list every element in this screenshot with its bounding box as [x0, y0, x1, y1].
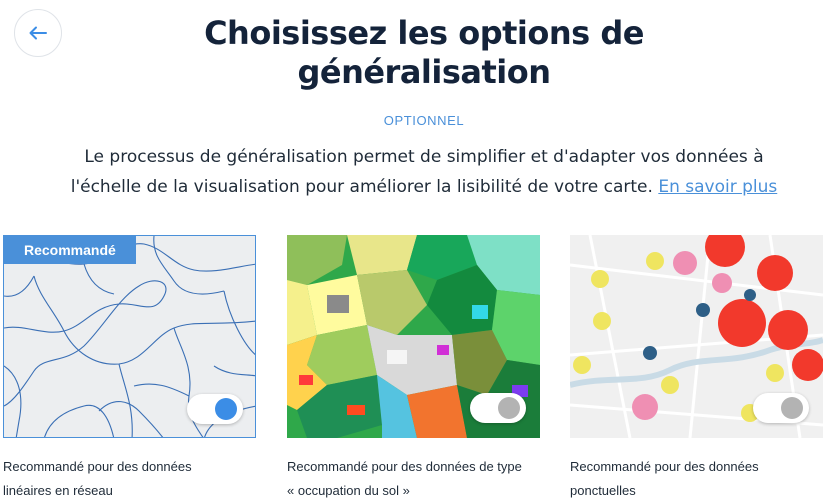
network-caption: Recommandé pour des données linéaires en…	[3, 455, 233, 503]
option-card-network[interactable]: Recommandé	[3, 235, 256, 438]
caption-line: ponctuelles	[570, 483, 636, 498]
option-card-land-use[interactable]	[287, 235, 540, 438]
arrow-left-icon	[29, 26, 47, 40]
caption-line: linéaires en réseau	[3, 483, 113, 498]
network-option-toggle[interactable]	[187, 394, 243, 424]
toggle-knob	[215, 398, 237, 420]
back-button[interactable]	[14, 9, 62, 57]
option-card-points[interactable]	[570, 235, 823, 438]
intro-description: Le processus de généralisation permet de…	[50, 142, 798, 202]
land-use-caption: Recommandé pour des données de type « oc…	[287, 455, 547, 503]
points-option-toggle[interactable]	[753, 393, 809, 423]
caption-line: « occupation du sol »	[287, 483, 410, 498]
toggle-knob	[781, 397, 803, 419]
recommended-badge: Recommandé	[4, 236, 136, 264]
learn-more-link[interactable]: En savoir plus	[658, 177, 777, 197]
caption-line: Recommandé pour des données de type	[287, 459, 522, 474]
caption-line: Recommandé pour des données	[3, 459, 192, 474]
optional-label: OPTIONNEL	[383, 113, 465, 128]
page-title: Choisissez les options de généralisation	[204, 14, 644, 91]
points-caption: Recommandé pour des données ponctuelles	[570, 455, 800, 503]
land-use-option-toggle[interactable]	[470, 393, 526, 423]
caption-line: Recommandé pour des données	[570, 459, 759, 474]
toggle-knob	[498, 397, 520, 419]
